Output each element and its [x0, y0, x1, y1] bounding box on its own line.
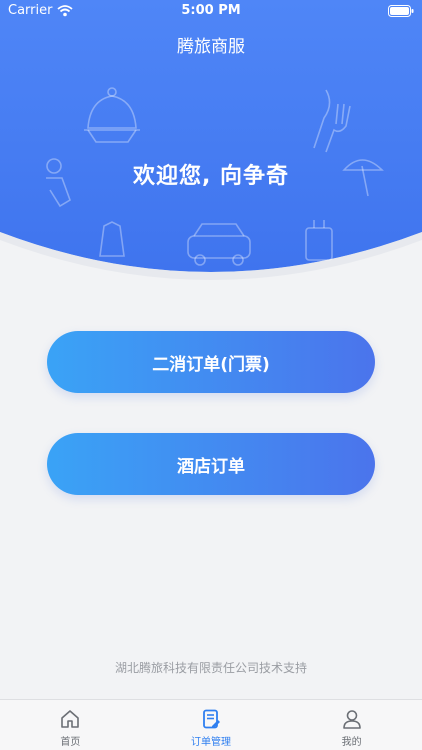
tab-bar: 首页 订单管理 我的 [0, 699, 422, 750]
hotel-order-button[interactable]: 酒店订单 [47, 433, 375, 495]
user-icon [342, 710, 361, 729]
secondary-order-button[interactable]: 二消订单(门票) [47, 331, 375, 393]
status-bar: Carrier 5:00 PM [0, 0, 422, 22]
hotel-order-label: 酒店订单 [177, 456, 245, 477]
secondary-order-label: 二消订单(门票) [152, 354, 270, 375]
tab-order-management[interactable]: 订单管理 [141, 700, 282, 750]
tab-home[interactable]: 首页 [0, 700, 141, 750]
tab-mine-label: 我的 [341, 737, 362, 748]
welcome-message: 欢迎您, 向争奇 [132, 164, 290, 189]
tab-mine[interactable]: 我的 [281, 700, 422, 750]
page-title: 腾旅商服 [177, 37, 245, 57]
support-text: 湖北腾旅科技有限责任公司技术支持 [114, 661, 307, 675]
home-icon [61, 710, 80, 728]
status-time: 5:00 PM [181, 3, 241, 18]
order-icon [203, 709, 220, 729]
header-hero: Carrier 5:00 PM 腾旅商服 欢迎您, 向争奇 [0, 0, 422, 290]
battery-icon [388, 5, 414, 17]
tab-home-label: 首页 [60, 737, 81, 748]
tab-order-label: 订单管理 [191, 737, 231, 748]
